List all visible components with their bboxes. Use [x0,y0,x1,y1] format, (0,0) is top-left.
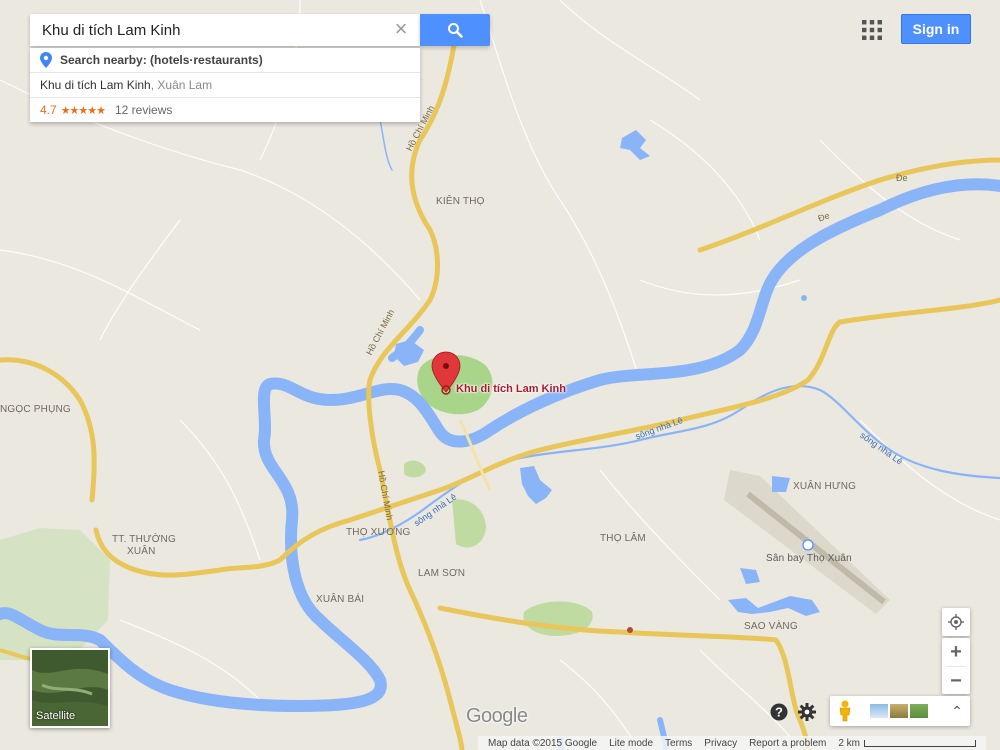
map-data-attribution: Map data ©2015 Google [488,737,598,749]
street-view-panel: ⌃ [830,696,970,726]
search-button[interactable] [420,14,490,46]
report-problem-link[interactable]: Report a problem [749,738,826,749]
search-icon [448,23,463,38]
search-box: × [30,14,420,46]
suggestion-place[interactable]: Khu di tích Lam Kinh , Xuân Lam [30,73,420,98]
marker-label[interactable]: Khu di tích Lam Kinh [456,383,566,395]
imagery-thumb[interactable] [890,704,908,718]
rating-value: 4.7 [40,103,57,117]
place-label-ngoc-phung: NGỌC PHỤNG [0,404,71,415]
my-location-icon [948,614,964,630]
suggestions-list: Search nearby: (hotels·restaurants) Khu … [30,48,420,122]
zoom-out-button[interactable]: − [942,667,970,695]
google-logo: Google [466,705,528,727]
satellite-label: Satellite [36,710,76,722]
suggestion-search-nearby[interactable]: Search nearby: (hotels·restaurants) [30,48,420,73]
poi-dot [801,295,807,301]
close-icon[interactable]: × [390,18,412,40]
place-name: Khu di tích Lam Kinh [40,78,151,92]
satellite-toggle[interactable]: Satellite [30,648,110,728]
poi-dot [627,627,633,633]
star-rating: ★★★★★ [60,104,106,117]
zoom-in-button[interactable]: + [942,638,970,666]
place-label-tt-thuong-xuan-2: XUÂN [127,546,156,557]
map-footer: Map data ©2015 Google Lite mode Terms Pr… [478,736,987,750]
place-label-tt-thuong-xuan: TT. THƯỜNG [112,534,176,545]
terms-link[interactable]: Terms [665,738,692,749]
place-label-xuan-hung: XUÂN HƯNG [793,481,857,492]
privacy-link[interactable]: Privacy [704,738,737,749]
place-label-san-bay: Sân bay Thọ Xuân [766,553,852,564]
suggestion-nearby-label: Search nearby: (hotels·restaurants) [60,53,263,67]
rating-row: 4.7 ★★★★★ 12 reviews [30,98,420,122]
gear-icon[interactable] [798,703,816,721]
lite-mode-link[interactable]: Lite mode [609,738,653,749]
imagery-thumb[interactable] [870,704,888,718]
imagery-thumb[interactable] [910,704,928,718]
place-label-tho-lam: THỌ LÂM [600,533,646,544]
svg-text:?: ? [775,705,783,720]
place-region: , Xuân Lam [150,78,213,92]
my-location-button[interactable] [942,608,970,636]
location-pin-icon [40,52,52,68]
airport-icon [802,539,814,551]
place-label-tho-xuong: THỌ XƯƠNG [346,527,411,538]
place-label-sao-vang: SAO VÀNG [744,621,798,632]
place-label-lam-son: LAM SƠN [418,568,466,579]
sign-in-button[interactable]: Sign in [901,14,971,44]
pegman-icon[interactable] [838,700,852,722]
road-label-de: Đe [896,173,908,183]
apps-grid-icon[interactable] [862,20,882,40]
place-label-kien-tho: KIÊN THỌ [436,196,485,207]
review-count[interactable]: 12 reviews [115,103,172,117]
zoom-control: + − [942,638,970,694]
help-icon[interactable]: ? [770,703,788,721]
place-label-xuan-bai: XUÂN BÁI [316,594,365,605]
scale-bar [864,739,977,747]
expand-icon[interactable]: ⌃ [950,702,964,720]
scale-label[interactable]: 2 km [838,738,860,749]
search-input[interactable] [30,16,382,44]
